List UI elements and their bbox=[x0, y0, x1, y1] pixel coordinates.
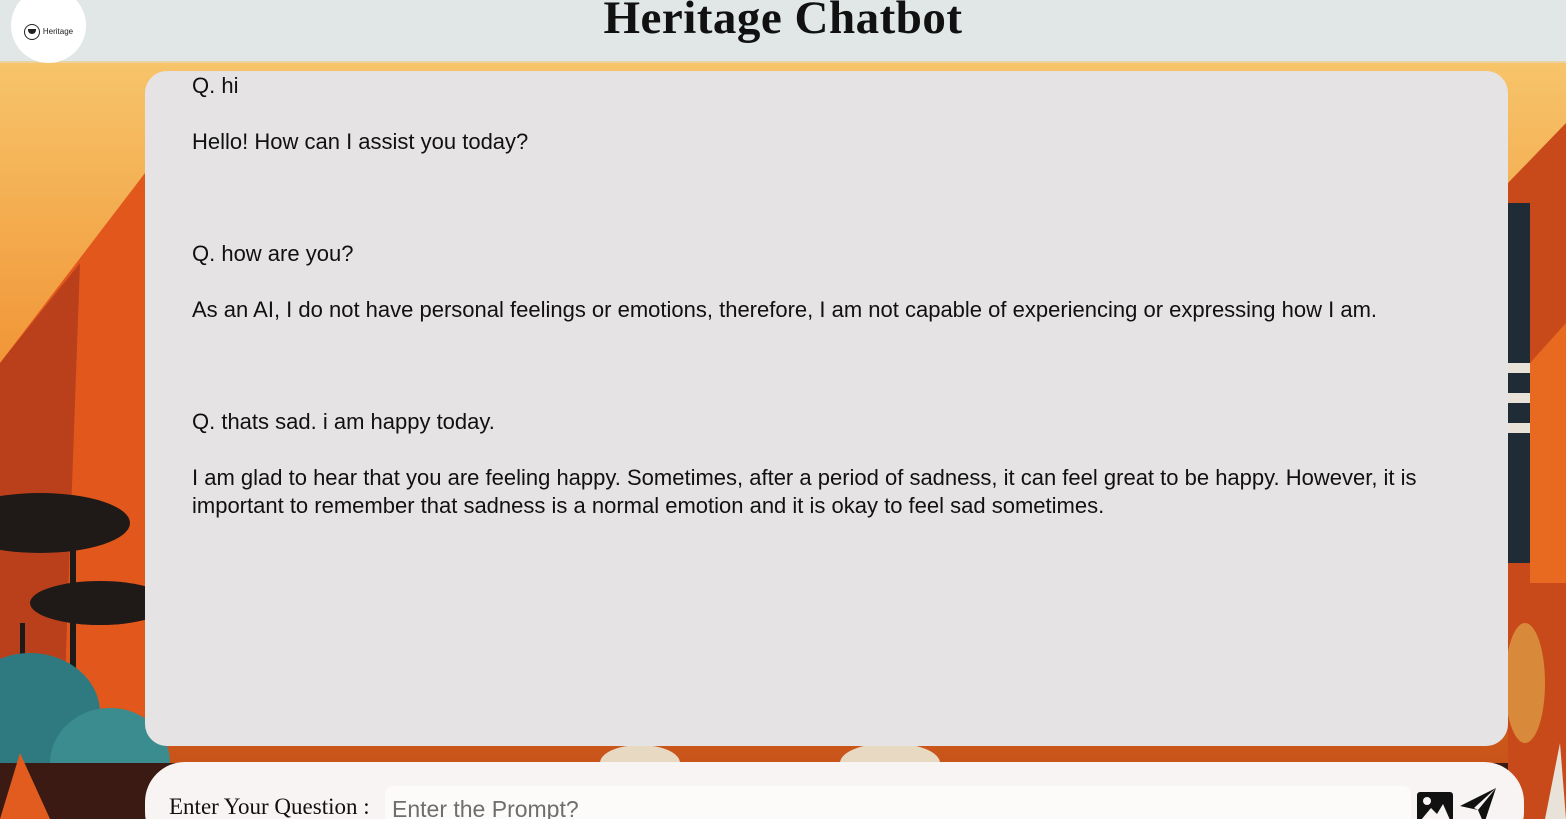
bot-answer: As an AI, I do not have personal feeling… bbox=[192, 297, 1378, 322]
user-question: Q. how are you? bbox=[192, 241, 354, 266]
bot-answer: I am glad to hear that you are feeling h… bbox=[192, 465, 1417, 518]
app-header: Heritage Heritage Chatbot bbox=[0, 0, 1566, 63]
page-title: Heritage Chatbot bbox=[603, 0, 963, 44]
user-question: Q. thats sad. i am happy today. bbox=[192, 409, 495, 434]
logo-icon bbox=[23, 23, 40, 40]
send-icon bbox=[1460, 788, 1496, 819]
question-label: Enter Your Question : bbox=[169, 794, 370, 819]
logo-text: Heritage bbox=[42, 27, 74, 36]
chat-history-panel[interactable]: Q. hi Hello! How can I assist you today?… bbox=[145, 71, 1508, 746]
send-button[interactable] bbox=[1458, 786, 1498, 819]
image-upload-button[interactable] bbox=[1416, 789, 1454, 819]
user-question: Q. hi bbox=[192, 73, 239, 98]
logo[interactable]: Heritage bbox=[11, 0, 86, 63]
prompt-input[interactable] bbox=[385, 786, 1411, 819]
image-icon bbox=[1417, 792, 1453, 819]
question-input-bar: Enter Your Question : bbox=[145, 762, 1524, 819]
bot-answer: Hello! How can I assist you today? bbox=[192, 129, 529, 154]
